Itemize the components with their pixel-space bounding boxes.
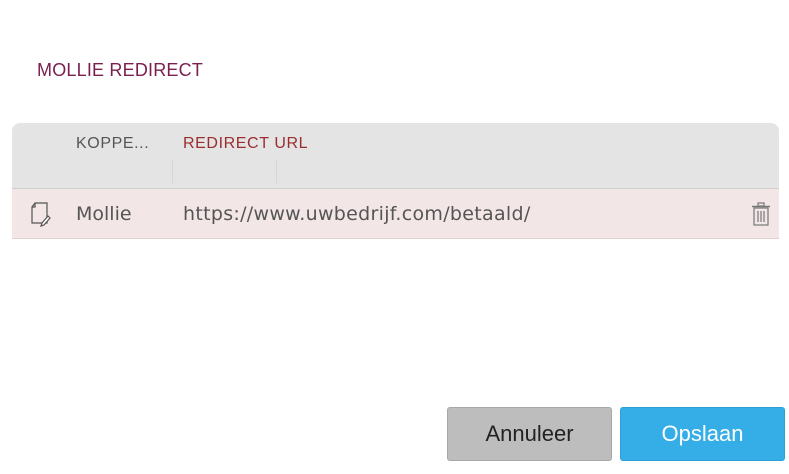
column-header-koppeling[interactable]: KOPPE... bbox=[76, 135, 149, 153]
table-row[interactable]: Mollie https://www.uwbedrijf.com/betaald… bbox=[12, 189, 779, 239]
mollie-redirect-dialog: MOLLIE REDIRECT KOPPE... REDIRECT URL Mo… bbox=[0, 0, 789, 474]
section-title: MOLLIE REDIRECT bbox=[37, 60, 204, 80]
column-divider bbox=[276, 159, 277, 183]
document-edit-icon[interactable] bbox=[28, 201, 52, 227]
column-header-redirect-url[interactable]: REDIRECT URL bbox=[183, 135, 308, 153]
table-header: KOPPE... REDIRECT URL bbox=[12, 123, 779, 189]
cancel-button[interactable]: Annuleer bbox=[447, 407, 612, 461]
save-button[interactable]: Opslaan bbox=[620, 407, 785, 461]
trash-icon[interactable] bbox=[751, 202, 771, 226]
row-name: Mollie bbox=[76, 203, 132, 225]
redirect-table: KOPPE... REDIRECT URL Mollie https://www… bbox=[12, 123, 779, 239]
row-redirect-url: https://www.uwbedrijf.com/betaald/ bbox=[183, 203, 531, 225]
column-divider bbox=[172, 159, 173, 183]
